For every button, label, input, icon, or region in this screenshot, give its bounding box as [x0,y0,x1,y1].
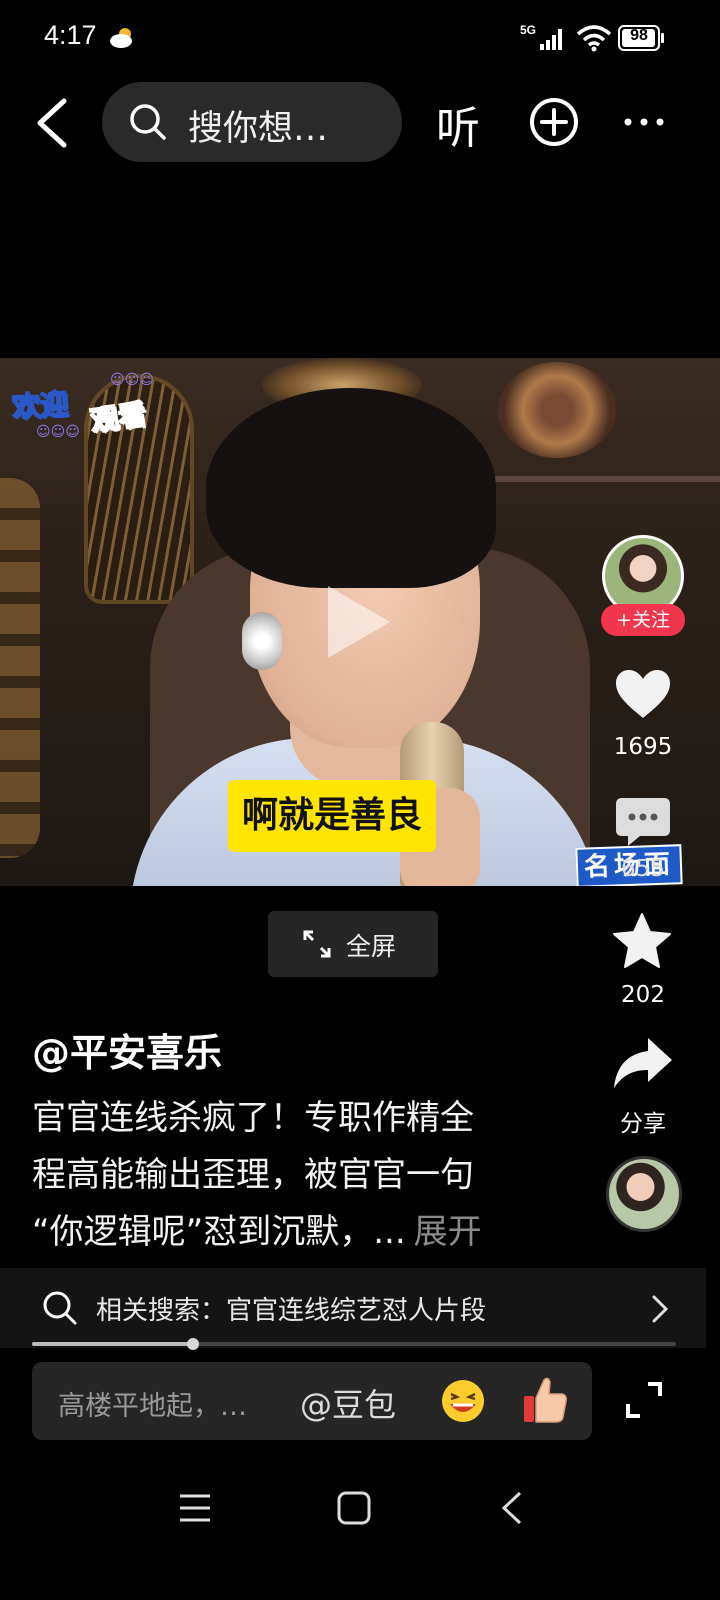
video-progress-bar[interactable] [32,1338,676,1350]
search-icon [43,1291,77,1325]
star-icon[interactable] [612,912,672,970]
decorative-plate [498,362,616,458]
fullscreen-label: 全屏 [346,932,397,961]
share-arrow-icon[interactable] [612,1034,674,1092]
search-icon [130,104,166,140]
search-placeholder: 搜你想… [188,109,329,149]
video-subtitle: 啊就是善良 [228,780,437,852]
smiley-decoration: ☺☺☺ [110,372,154,388]
welcome-text-2: 观看 [87,396,149,438]
related-search-text: 相关搜索：官官连线综艺怼人片段 [96,1296,487,1326]
post-caption[interactable]: 官官连线杀疯了！专职作精全 程高能输出歪理，被官官一句 “你逻辑呢”怼到沉默，.… [32,1090,552,1261]
music-avatar[interactable] [606,1156,682,1232]
follow-button[interactable]: +关注 [601,604,685,636]
author-name[interactable]: @平安喜乐 [32,1022,222,1077]
battery-indicator: 98 [618,25,664,51]
laugh-emoji-icon[interactable] [440,1378,486,1424]
expand-icon[interactable] [624,1380,664,1420]
status-bar: 4:17 5G 98 [0,0,720,78]
comment-input[interactable]: 高楼平地起，… @豆包 [32,1362,592,1440]
share-label: 分享 [620,1111,666,1137]
play-icon[interactable] [322,582,394,662]
caption-line: 官官连线杀疯了！专职作精全 [32,1098,474,1138]
in-ear-monitor [242,612,282,670]
comment-icon[interactable] [614,796,672,848]
nav-back-icon[interactable] [498,1490,526,1526]
search-bar[interactable]: 搜你想… [102,82,402,162]
smiley-decoration: ☺☺☺ [36,424,80,440]
related-search-bar[interactable]: 相关搜索：官官连线综艺怼人片段 [0,1268,706,1348]
chevron-right-icon [652,1295,669,1323]
welcome-text-1: 欢迎 [10,386,70,424]
caption-line: “你逻辑呢”怼到沉默，... 展开 [32,1204,552,1261]
favorite-count: 202 [621,982,665,1008]
recent-apps-icon[interactable] [178,1490,212,1526]
add-circle-icon[interactable] [528,96,580,148]
heart-icon[interactable] [614,668,672,720]
battery-level-text: 98 [630,27,648,44]
listen-button[interactable]: 听 [436,92,480,156]
like-count: 1695 [613,734,673,760]
weather-cloud-sun-icon [110,28,132,48]
status-time: 4:17 [44,20,97,50]
comment-placeholder: 高楼平地起，… [58,1391,247,1422]
home-icon[interactable] [336,1490,372,1526]
comment-count: 655 [621,856,665,882]
signal-5g-icon: 5G [520,23,562,50]
thumbs-up-emoji-icon[interactable] [522,1376,568,1424]
welcome-sticker: 欢迎 观看 ☺☺☺ ☺☺☺ [10,370,170,442]
more-icon[interactable] [620,104,668,140]
back-button[interactable] [30,95,76,151]
expand-link[interactable]: 展开 [414,1212,482,1252]
progress-thumb[interactable] [187,1338,199,1350]
mention-doubao-button[interactable]: @豆包 [300,1380,396,1426]
caption-line: 程高能输出歪理，被官官一句 [32,1155,474,1195]
caption-line-text: “你逻辑呢”怼到沉默，... [32,1212,406,1252]
fullscreen-button[interactable]: 全屏 [268,911,438,977]
svg-text:5G: 5G [520,23,536,37]
left-decoration [0,478,40,858]
wifi-icon [576,25,612,52]
progress-fill [32,1342,193,1346]
fullscreen-expand-icon [303,930,331,958]
